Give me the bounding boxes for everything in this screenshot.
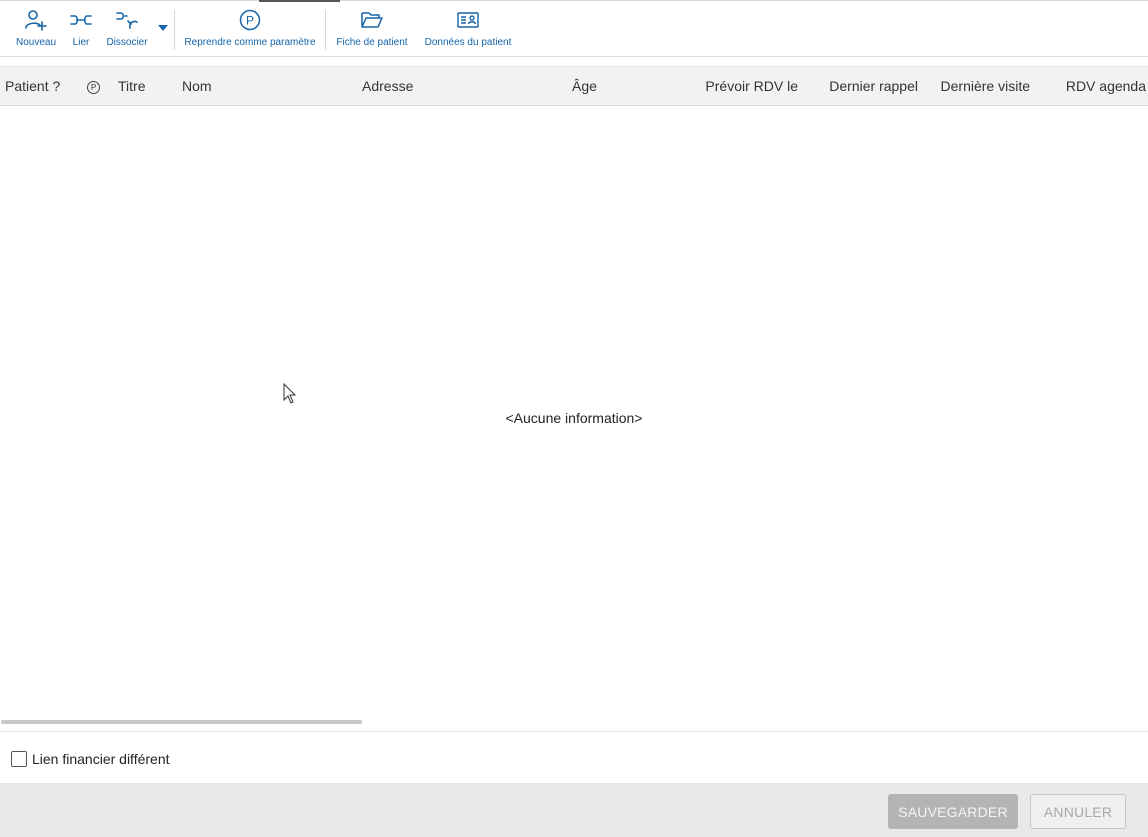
column-header-dernier-rappel[interactable]: Dernier rappel [808, 67, 918, 106]
column-header-age[interactable]: Âge [572, 67, 597, 106]
top-divider [0, 0, 1148, 1]
grid-header: Patient ? P Titre Nom Adresse Âge Prévoi… [0, 66, 1148, 106]
dissociate-button-label: Dissocier [106, 37, 148, 48]
patient-data-label: Données du patient [424, 37, 512, 48]
financial-link-option[interactable]: Lien financier différent [11, 749, 170, 769]
toolbar: Nouveau Lier Dissocier P Reprendre comme… [0, 2, 1148, 56]
column-header-adresse[interactable]: Adresse [362, 67, 413, 106]
more-actions-dropdown[interactable] [156, 20, 170, 34]
column-header-prevoir-rdv[interactable]: Prévoir RDV le [690, 67, 798, 106]
empty-grid-message: <Aucune information> [505, 410, 643, 426]
unlink-icon [115, 9, 139, 31]
column-header-derniere-visite[interactable]: Dernière visite [925, 67, 1030, 106]
toolbar-separator [174, 10, 175, 50]
dialog-footer: SAUVEGARDER ANNULER [0, 783, 1148, 837]
svg-text:P: P [246, 14, 254, 28]
use-as-parameter-button[interactable]: P Reprendre comme paramètre [184, 9, 316, 51]
mouse-cursor-icon [283, 382, 297, 410]
link-icon [70, 9, 92, 31]
parameter-icon: P [239, 9, 261, 31]
column-header-patient[interactable]: Patient ? [5, 67, 60, 106]
id-card-icon [457, 9, 479, 31]
financial-link-checkbox[interactable] [11, 751, 27, 767]
column-header-nom[interactable]: Nom [182, 67, 212, 106]
link-button-label: Lier [72, 37, 90, 48]
grid-bottom-divider [0, 731, 1148, 732]
patient-link-dialog: Nouveau Lier Dissocier P Reprendre comme… [0, 0, 1148, 837]
use-as-parameter-label: Reprendre comme paramètre [184, 37, 316, 48]
folder-open-icon [361, 9, 383, 31]
link-button[interactable]: Lier [69, 9, 93, 51]
patient-file-label: Fiche de patient [336, 37, 408, 48]
new-button-label: Nouveau [15, 37, 57, 48]
cancel-button[interactable]: ANNULER [1030, 794, 1126, 829]
add-person-icon [24, 9, 48, 31]
p-circle-icon: P [87, 80, 100, 94]
financial-link-label: Lien financier différent [32, 751, 170, 767]
new-button[interactable]: Nouveau [14, 9, 58, 51]
column-header-titre[interactable]: Titre [118, 67, 145, 106]
grid-body[interactable]: <Aucune information> [0, 106, 1148, 720]
toolbar-divider [0, 56, 1148, 57]
column-header-rdv-agenda[interactable]: RDV agenda [1046, 67, 1146, 106]
patient-data-button[interactable]: Données du patient [423, 9, 513, 51]
dissociate-button[interactable]: Dissocier [105, 9, 149, 51]
horizontal-scrollbar-thumb[interactable] [1, 720, 362, 724]
column-header-p[interactable]: P [87, 67, 101, 106]
save-button[interactable]: SAUVEGARDER [888, 794, 1018, 829]
caret-down-icon [158, 18, 168, 36]
toolbar-separator [325, 10, 326, 50]
patient-file-button[interactable]: Fiche de patient [335, 9, 409, 51]
